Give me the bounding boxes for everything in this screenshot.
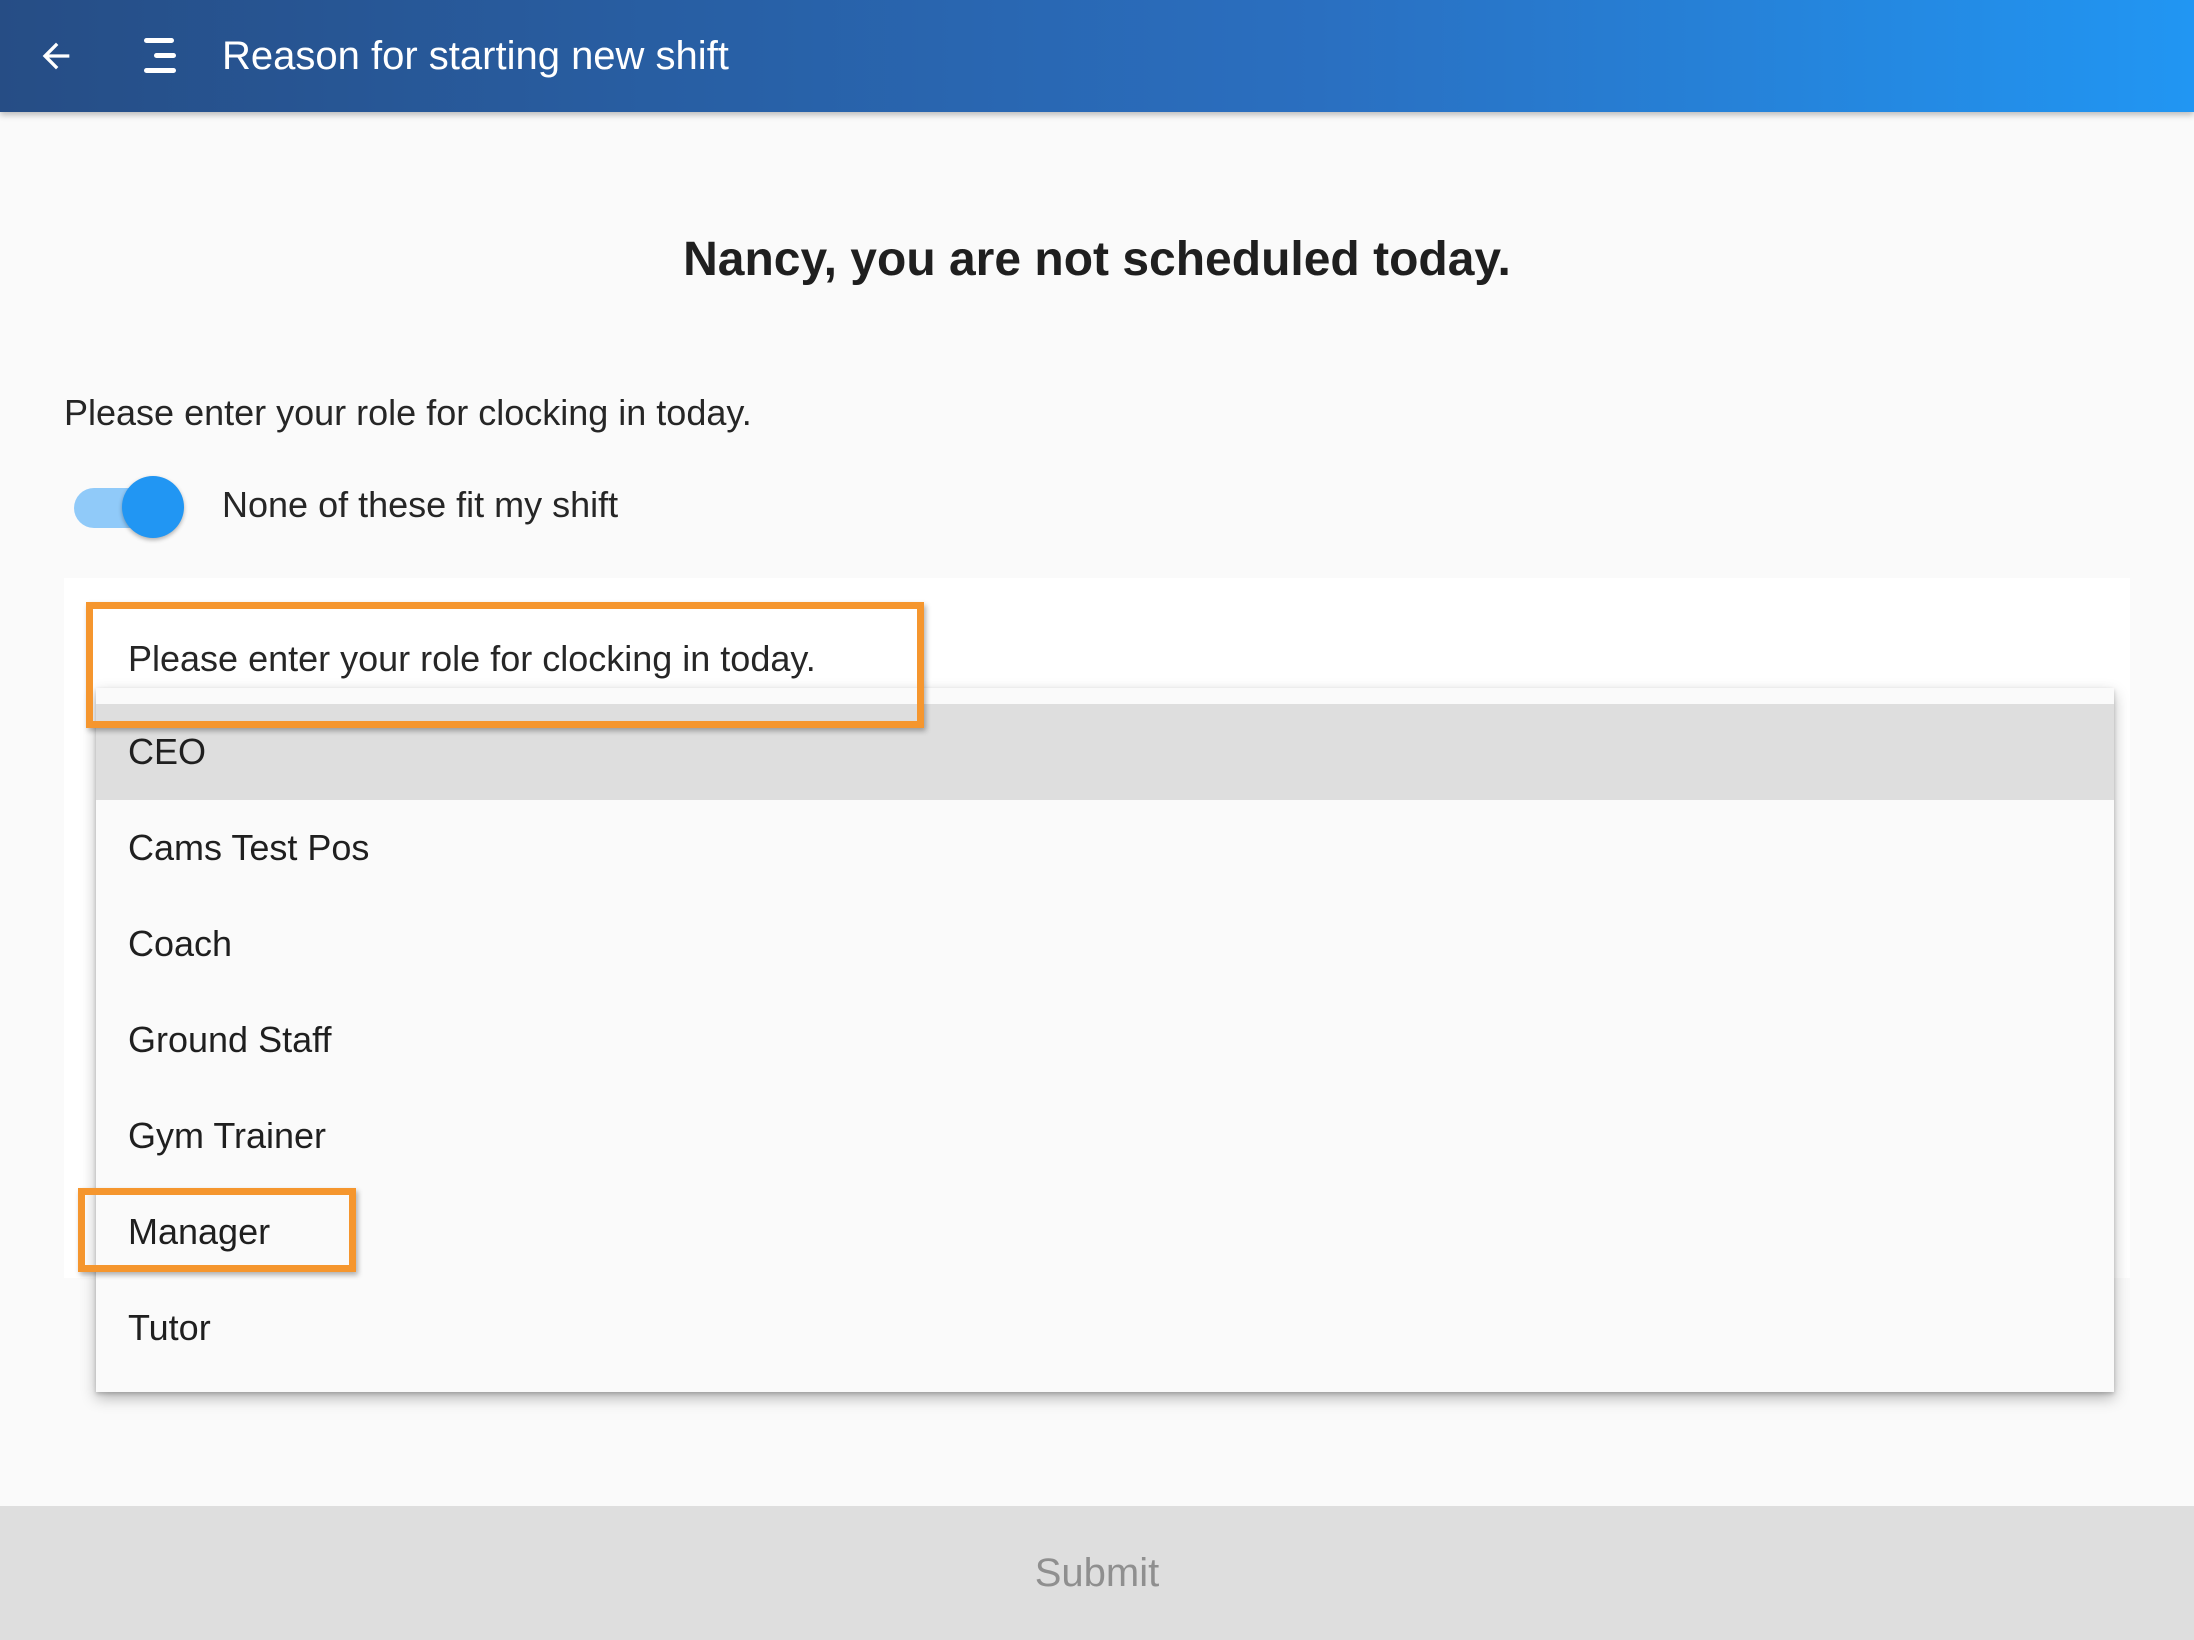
role-option-coach[interactable]: Coach	[96, 896, 2114, 992]
toggle-thumb	[122, 476, 184, 538]
none-fit-toggle[interactable]	[72, 474, 184, 540]
role-option-tutor[interactable]: Tutor	[96, 1280, 2114, 1376]
not-scheduled-heading: Nancy, you are not scheduled today.	[683, 233, 1511, 286]
role-dropdown-menu: CEO Cams Test Pos Coach Ground Staff Gym…	[96, 688, 2114, 1392]
role-option-gym-trainer[interactable]: Gym Trainer	[96, 1088, 2114, 1184]
menu-icon	[144, 38, 176, 73]
arrow-left-icon	[42, 42, 70, 70]
role-field-label: Please enter your role for clocking in t…	[128, 638, 816, 679]
app-bar: Reason for starting new shift	[0, 0, 2194, 112]
menu-button[interactable]	[132, 28, 188, 84]
role-option-ceo[interactable]: CEO	[96, 704, 2114, 800]
role-option-ground-staff[interactable]: Ground Staff	[96, 992, 2114, 1088]
toggle-label: None of these fit my shift	[222, 484, 619, 525]
back-button[interactable]	[28, 28, 84, 84]
role-option-manager[interactable]: Manager	[96, 1184, 2114, 1280]
submit-button[interactable]: Submit	[0, 1506, 2194, 1640]
page-title: Reason for starting new shift	[222, 34, 729, 78]
role-prompt: Please enter your role for clocking in t…	[64, 392, 752, 433]
role-option-cams-test-pos[interactable]: Cams Test Pos	[96, 800, 2114, 896]
